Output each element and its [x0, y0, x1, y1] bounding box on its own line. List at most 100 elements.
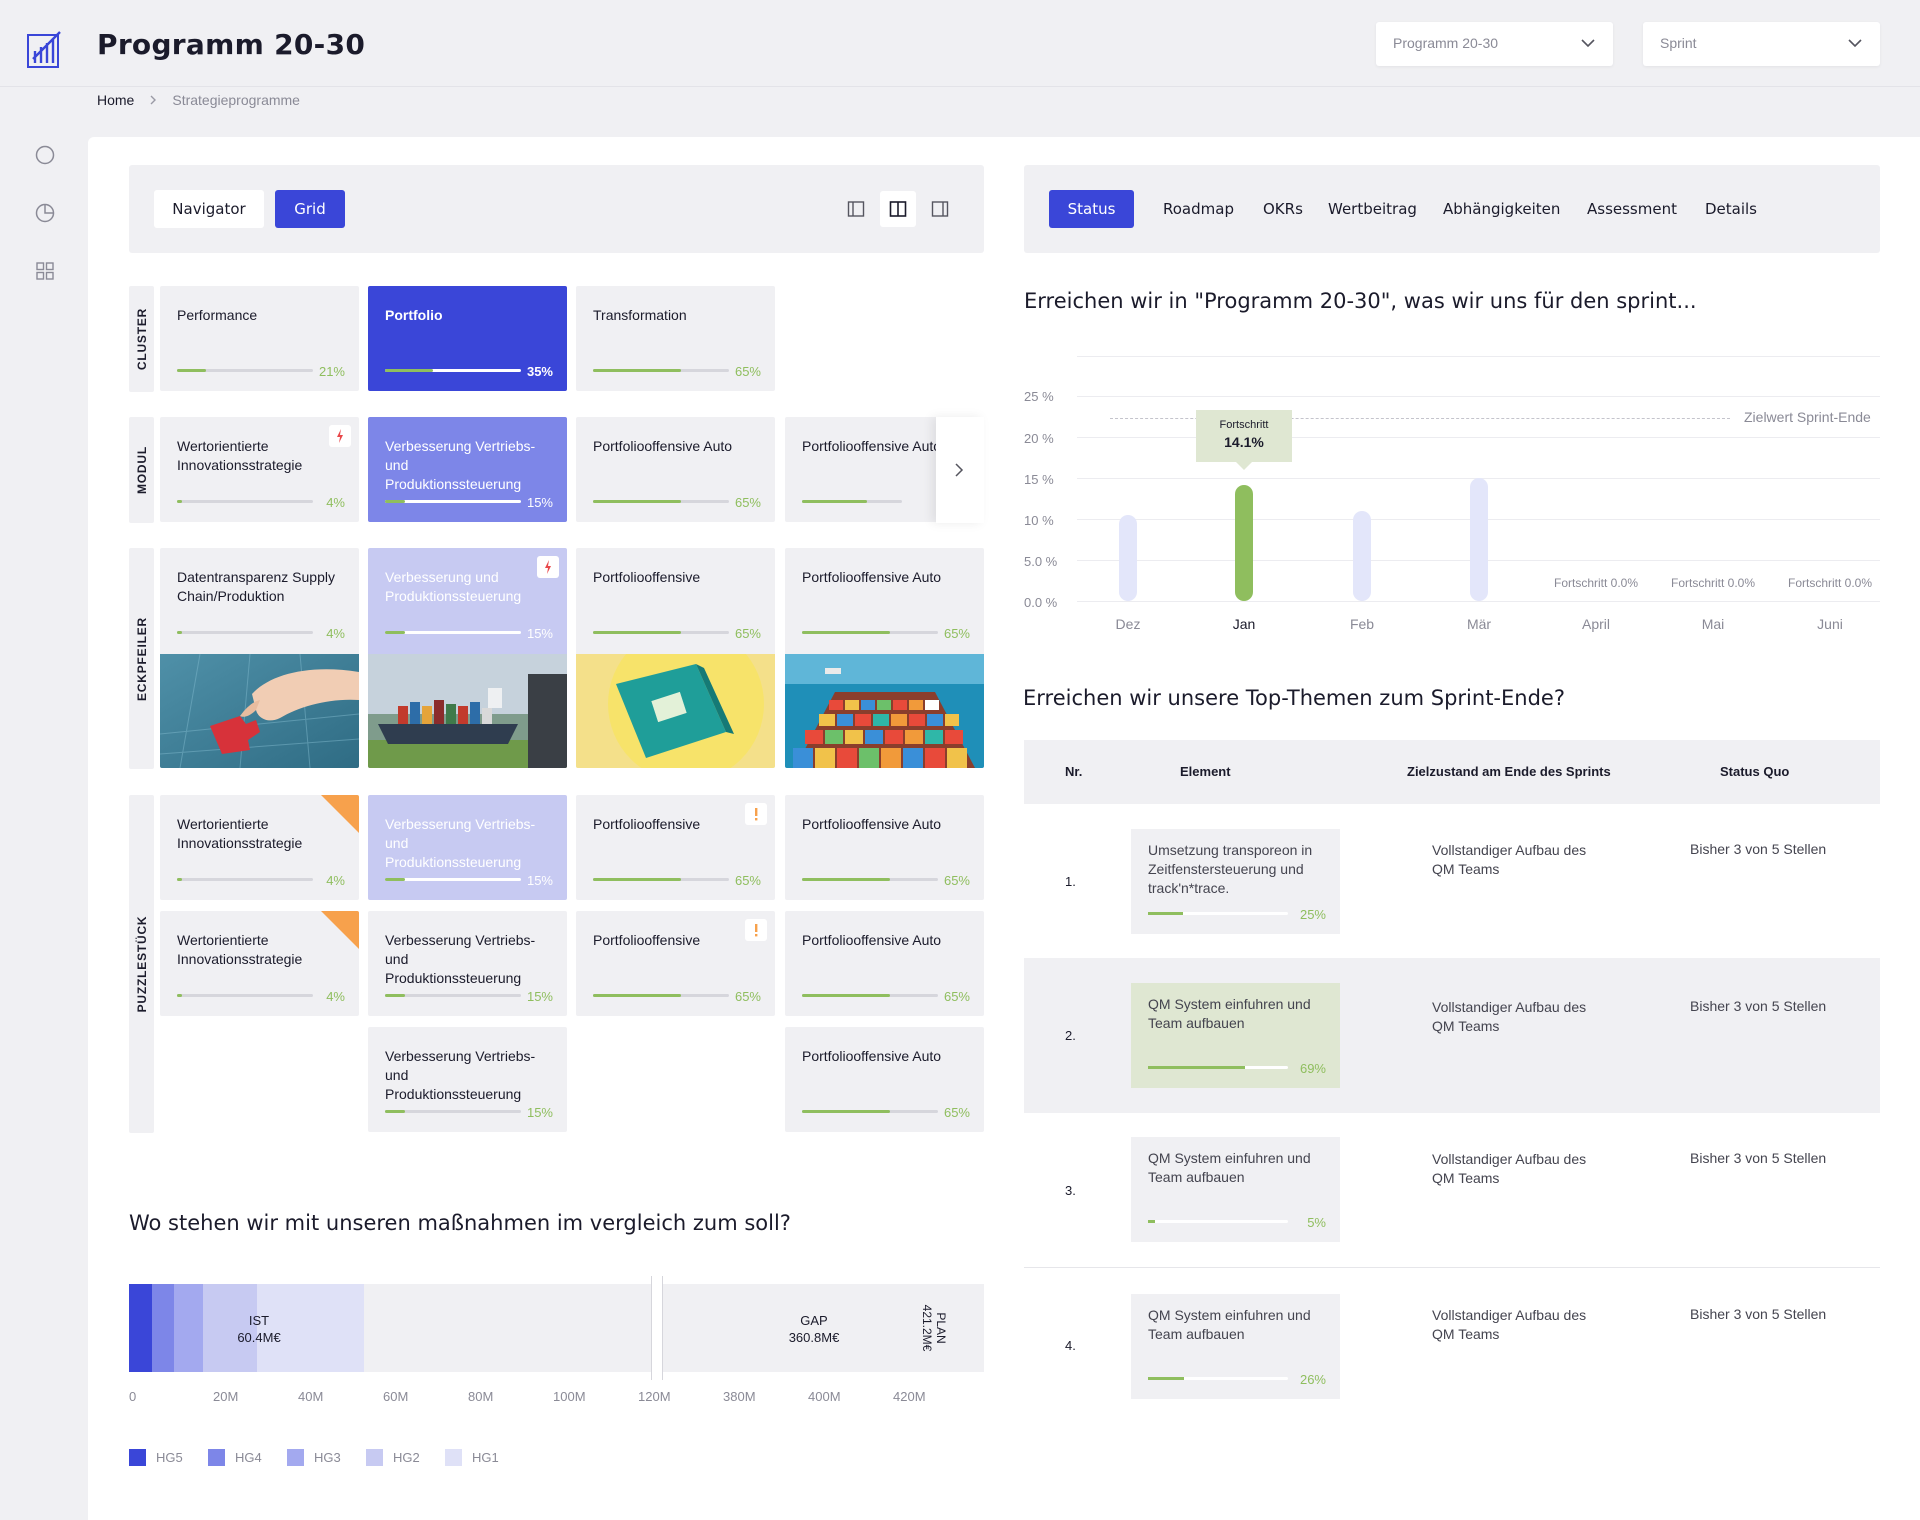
puzzle-card[interactable]: Verbesserung Vertriebs- und Produktionss…	[368, 911, 567, 1016]
grid-icon[interactable]	[34, 260, 56, 282]
row-label-text: MODUL	[134, 446, 149, 494]
gap-label: GAP 360.8M€	[779, 1312, 849, 1346]
chart-bar[interactable]	[1235, 485, 1253, 601]
breadcrumb-home[interactable]: Home	[97, 92, 134, 108]
progress-percent: 4%	[326, 989, 345, 1004]
table-row[interactable]: 1. Umsetzung transporeon in Zeitfensters…	[1024, 804, 1880, 958]
column-header: Status Quo	[1720, 764, 1790, 779]
element-card[interactable]: QM System einfuhren und Team aufbauen 5%	[1131, 1137, 1340, 1242]
progress-percent: 5%	[1307, 1215, 1326, 1230]
target-label: Zielwert Sprint-Ende	[1744, 409, 1871, 425]
layout-split-button[interactable]	[880, 191, 916, 227]
modul-card[interactable]: Portfoliooffensive Auto	[785, 417, 940, 522]
breadcrumb-current[interactable]: Strategieprogramme	[172, 92, 300, 108]
zero-note: Fortschritt 0.0%	[1670, 576, 1756, 590]
table-row[interactable]: 2. QM System einfuhren und Team aufbauen…	[1024, 958, 1880, 1113]
puzzle-card[interactable]: Portfoliooffensive Auto 65%	[785, 911, 984, 1016]
element-card[interactable]: QM System einfuhren und Team aufbauen 69…	[1131, 983, 1340, 1088]
progress-percent: 65%	[734, 495, 761, 510]
card-title: Wertorientierte Innovationsstrategie	[177, 932, 303, 967]
axis-tick-label: 40M	[298, 1389, 324, 1404]
progress-fill	[177, 369, 206, 372]
target-state: Vollstandiger Aufbau des QM Teams	[1432, 1307, 1587, 1342]
eckpfeiler-card[interactable]: Verbesserung und Produktionssteuerung 15…	[368, 548, 567, 768]
progress-percent: 15%	[526, 989, 553, 1004]
navigator-button[interactable]: Navigator	[154, 190, 264, 228]
legend-swatch	[208, 1449, 225, 1466]
legend-swatch	[445, 1449, 462, 1466]
x-tick-label: Dez	[1115, 616, 1141, 632]
puzzle-card[interactable]: Verbesserung Vertriebs- und Produktionss…	[368, 795, 567, 900]
eckpfeiler-card[interactable]: Portfoliooffensive Auto 65%	[785, 548, 984, 768]
eckpfeiler-card[interactable]: Portfoliooffensive 65%	[576, 548, 775, 768]
table-row[interactable]: 4. QM System einfuhren und Team aufbauen…	[1024, 1268, 1880, 1423]
scroll-next-button[interactable]	[936, 417, 984, 523]
table-row[interactable]: 3. QM System einfuhren und Team aufbauen…	[1024, 1113, 1880, 1267]
progress-bar	[1148, 1066, 1288, 1069]
puzzle-card[interactable]: Wertorientierte Innovationsstrategie 4%	[160, 911, 359, 1016]
element-title: QM System einfuhren und Team aufbauen	[1148, 1307, 1311, 1342]
axis-tick-label: 20M	[213, 1389, 239, 1404]
y-tick-label: 20 %	[1024, 431, 1054, 446]
chart-bar[interactable]	[1470, 478, 1488, 601]
segment-hg3	[174, 1284, 203, 1372]
modul-card[interactable]: Verbesserung Vertriebs- und Produktionss…	[368, 417, 567, 522]
progress-percent: 15%	[526, 873, 553, 888]
card-title: Verbesserung Vertriebs- und Produktionss…	[385, 932, 536, 986]
progress-fill	[802, 500, 867, 503]
axis-break	[651, 1276, 663, 1380]
gridline	[1077, 356, 1880, 357]
period-select[interactable]: Sprint	[1643, 22, 1880, 66]
puzzle-card[interactable]: Portfoliooffensive Auto 65%	[785, 1027, 984, 1132]
sprint-chart-heading: Erreichen wir in "Programm 20-30", was w…	[1024, 289, 1697, 313]
segment-hg4	[152, 1284, 174, 1372]
view-toolbar: Navigator Grid	[129, 165, 984, 253]
detail-tabs: Status Roadmap OKRs Wertbeitrag Abhängig…	[1024, 165, 1880, 253]
topics-heading: Erreichen wir unsere Top-Themen zum Spri…	[1023, 686, 1565, 710]
plan-label-text: PLAN	[934, 1312, 948, 1344]
progress-fill	[177, 994, 183, 997]
tab-okrs[interactable]: OKRs	[1263, 200, 1303, 218]
program-select[interactable]: Programm 20-30	[1376, 22, 1613, 66]
pie-chart-icon[interactable]	[34, 202, 56, 224]
element-card[interactable]: QM System einfuhren und Team aufbauen 26…	[1131, 1294, 1340, 1399]
tab-roadmap[interactable]: Roadmap	[1163, 200, 1234, 218]
progress-fill	[1148, 1066, 1245, 1069]
chart-bar[interactable]	[1353, 510, 1371, 601]
puzzle-card[interactable]: Verbesserung Vertriebs- und Produktionss…	[368, 1027, 567, 1132]
element-card[interactable]: Umsetzung transporeon in Zeitfenstersteu…	[1131, 829, 1340, 934]
y-tick-label: 10 %	[1024, 513, 1054, 528]
tab-abhaengigkeiten[interactable]: Abhängigkeiten	[1443, 200, 1560, 218]
puzzle-card[interactable]: Portfoliooffensive Auto 65%	[785, 795, 984, 900]
cluster-card-transformation[interactable]: Transformation 65%	[576, 286, 775, 391]
ist-label: IST 60.4M€	[229, 1312, 289, 1346]
progress-percent: 65%	[734, 873, 761, 888]
progress-fill	[385, 500, 406, 503]
x-tick-label: Feb	[1349, 616, 1375, 632]
tab-assessment[interactable]: Assessment	[1587, 200, 1677, 218]
card-title: Verbesserung Vertriebs- und Produktionss…	[385, 816, 536, 870]
layout-left-button[interactable]	[838, 191, 874, 227]
modul-card[interactable]: Wertorientierte Innovationsstrategie 4%	[160, 417, 359, 522]
gridline	[1077, 601, 1880, 602]
cluster-card-portfolio[interactable]: Portfolio 35%	[368, 286, 567, 391]
puzzle-card[interactable]: Portfoliooffensive 65%	[576, 911, 775, 1016]
progress-fill	[177, 631, 183, 634]
eckpfeiler-card[interactable]: Datentransparenz Supply Chain/Produktion…	[160, 548, 359, 768]
layout-split-icon	[889, 201, 907, 217]
progress-bar	[1148, 1220, 1288, 1223]
chart-bar[interactable]	[1119, 514, 1137, 601]
puzzle-card[interactable]: Wertorientierte Innovationsstrategie 4%	[160, 795, 359, 900]
app-logo-icon[interactable]	[27, 29, 63, 69]
tab-wertbeitrag[interactable]: Wertbeitrag	[1328, 200, 1417, 218]
grid-button[interactable]: Grid	[275, 190, 345, 228]
container-ship-image	[368, 654, 567, 768]
tab-details[interactable]: Details	[1705, 200, 1757, 218]
circle-icon[interactable]	[34, 144, 56, 166]
layout-right-button[interactable]	[922, 191, 958, 227]
progress-fill	[802, 1110, 891, 1113]
tab-status[interactable]: Status	[1049, 190, 1134, 228]
puzzle-card[interactable]: Portfoliooffensive 65%	[576, 795, 775, 900]
modul-card[interactable]: Portfoliooffensive Auto 65%	[576, 417, 775, 522]
cluster-card-performance[interactable]: Performance 21%	[160, 286, 359, 391]
